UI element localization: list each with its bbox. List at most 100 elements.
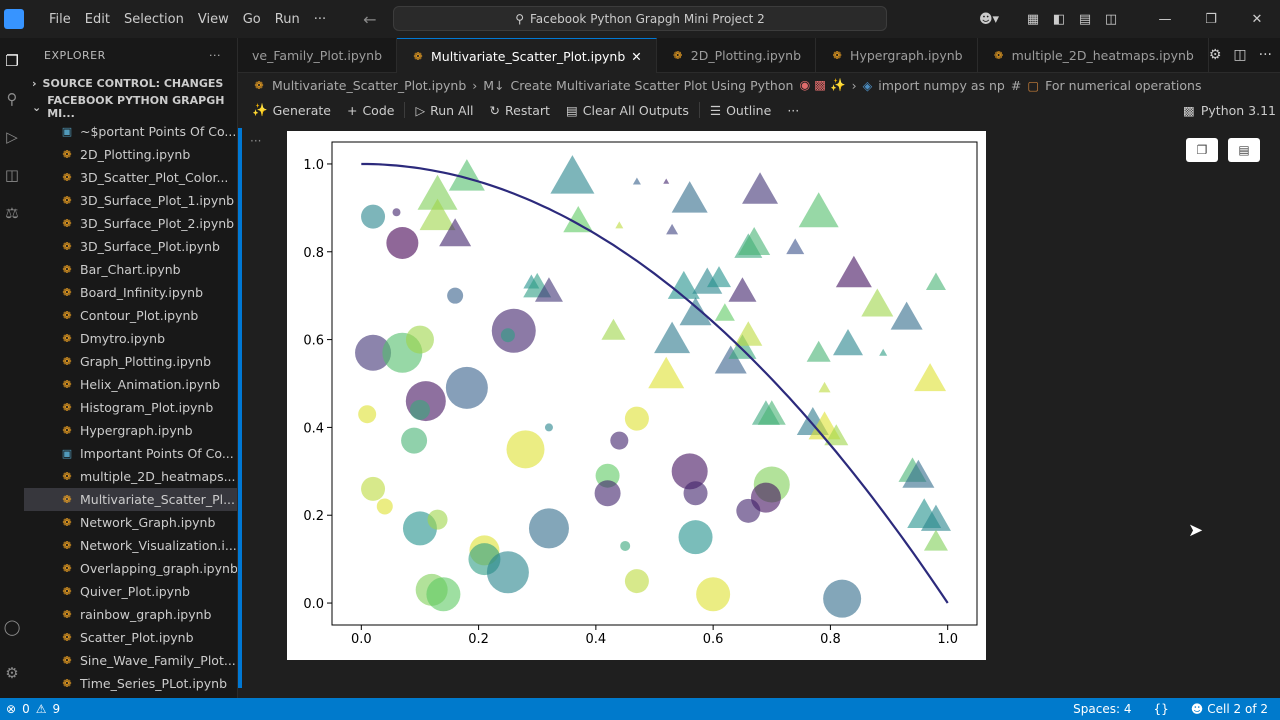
scatter-circle-point: [736, 498, 761, 523]
menu-item[interactable]: Edit: [78, 12, 117, 27]
editor-tab[interactable]: ve_Family_Plot.ipynb: [238, 38, 398, 73]
file-item[interactable]: ❁ 3D_Surface_Plot.ipynb: [24, 235, 237, 258]
editor-tabs: ve_Family_Plot.ipynb ❁ Multivariate_Scatte…: [238, 38, 1280, 73]
chevron-down-icon: ⌄: [32, 100, 42, 114]
save-output-icon[interactable]: ▤: [1228, 138, 1260, 162]
menu-item[interactable]: Go: [236, 12, 268, 27]
file-item[interactable]: ▣ Important Points Of Co...: [24, 442, 237, 465]
menu-item[interactable]: File: [42, 12, 78, 27]
toggle-sidebar-icon[interactable]: ◧: [1046, 12, 1072, 27]
notebook-file-icon: ❁: [62, 378, 72, 391]
scatter-circle-point: [401, 427, 428, 454]
file-item[interactable]: ❁ Quiver_Plot.ipynb: [24, 580, 237, 603]
maximize-icon[interactable]: ❐: [1188, 12, 1234, 27]
breadcrumb-comment[interactable]: For numerical operations: [1045, 78, 1201, 93]
word-file-icon: ▣: [61, 447, 73, 460]
notebook-toolbar: ✨ Generate + Code ▷ Run All ↻ Restart ▤ Clear…: [238, 97, 1280, 123]
indentation-status[interactable]: Spaces: 4: [1073, 702, 1131, 716]
menu-item[interactable]: Run: [268, 12, 307, 27]
file-item[interactable]: ❁ Overlapping_graph.ipynb: [24, 557, 237, 580]
minimize-icon[interactable]: —: [1142, 12, 1188, 27]
scatter-circle-point: [624, 569, 649, 594]
file-item[interactable]: ❁ Helix_Animation.ipynb: [24, 373, 237, 396]
notebook-file-icon: ❁: [62, 263, 72, 276]
x-tick-label: 0.6: [703, 632, 724, 647]
editor-tab[interactable]: ❁ multiple_2D_heatmaps.ipynb: [978, 38, 1209, 73]
cell-output-menu-icon[interactable]: ···: [250, 134, 261, 148]
scatter-circle-point: [594, 480, 621, 507]
accounts-icon[interactable]: ◯: [0, 612, 24, 642]
file-item[interactable]: ❁ Scatter_Plot.ipynb: [24, 626, 237, 649]
search-view-icon[interactable]: ⚲: [0, 84, 24, 114]
cell-position: Cell 2 of 2: [1207, 702, 1268, 716]
toggle-secondary-sidebar-icon[interactable]: ◫: [1098, 12, 1124, 27]
source-control-section[interactable]: › SOURCE CONTROL: CHANGES: [24, 72, 237, 94]
file-item[interactable]: ❁ Multivariate_Scatter_Pl...: [24, 488, 237, 511]
copy-output-icon[interactable]: ❐: [1186, 138, 1218, 162]
menu-item[interactable]: View: [191, 12, 236, 27]
breadcrumb-code[interactable]: import numpy as np: [878, 78, 1005, 93]
file-item[interactable]: ❁ multiple_2D_heatmaps...: [24, 465, 237, 488]
file-item[interactable]: ❁ Bar_Chart.ipynb: [24, 258, 237, 281]
generate-button[interactable]: ✨ Generate: [244, 102, 339, 118]
file-item[interactable]: ❁ Network_Visualization.i...: [24, 534, 237, 557]
file-item[interactable]: ❁ Graph_Plotting.ipynb: [24, 350, 237, 373]
file-item[interactable]: ❁ Time_Series_PLot.ipynb: [24, 672, 237, 695]
editor-tab[interactable]: ❁ Hypergraph.ipynb: [816, 38, 978, 73]
file-item[interactable]: ❁ Sine_Wave_Family_Plot...: [24, 649, 237, 672]
file-item[interactable]: ❁ Network_Graph.ipynb: [24, 511, 237, 534]
toggle-panel-icon[interactable]: ▤: [1072, 12, 1098, 27]
menu-bar: File Edit Selection View Go Run ···: [42, 12, 333, 27]
customize-layout-icon[interactable]: ▦: [1020, 12, 1046, 27]
cell-status[interactable]: ☻ Cell 2 of 2: [1191, 702, 1268, 716]
settings-icon[interactable]: ⚙: [1209, 47, 1222, 63]
kernel-picker[interactable]: ▩ Python 3.11: [1183, 103, 1280, 118]
menu-item[interactable]: ···: [307, 12, 333, 27]
more-actions-icon[interactable]: ···: [209, 49, 221, 62]
file-item[interactable]: ❁ 3D_Scatter_Plot_Color...: [24, 166, 237, 189]
copilot-icon[interactable]: ☻▾: [976, 12, 1002, 27]
restart-button[interactable]: ↻ Restart: [482, 103, 558, 118]
extensions-icon[interactable]: ◫: [0, 160, 24, 190]
outline-button[interactable]: ☰ Outline: [702, 103, 779, 118]
close-tab-icon[interactable]: ✕: [631, 49, 641, 64]
file-item[interactable]: ❁ rainbow_graph.ipynb: [24, 603, 237, 626]
file-name: rainbow_graph.ipynb: [80, 607, 212, 622]
menu-item[interactable]: Selection: [117, 12, 191, 27]
command-center-search[interactable]: ⚲ Facebook Python Grapgh Mini Project 2: [393, 6, 887, 31]
run-debug-icon[interactable]: ▷: [0, 122, 24, 152]
toolbar-more-button[interactable]: ···: [779, 103, 807, 118]
warning-icon[interactable]: ⚠: [36, 702, 47, 716]
file-item[interactable]: ❁ Hypergraph.ipynb: [24, 419, 237, 442]
close-window-icon[interactable]: ✕: [1234, 12, 1280, 27]
folder-section[interactable]: ⌄ FACEBOOK PYTHON GRAPGH MI...: [24, 94, 237, 120]
file-item[interactable]: ❁ 3D_Surface_Plot_1.ipynb: [24, 189, 237, 212]
warning-count[interactable]: 9: [52, 702, 60, 716]
file-item[interactable]: ❁ 2D_Plotting.ipynb: [24, 143, 237, 166]
file-item[interactable]: ❁ 3D_Surface_Plot_2.ipynb: [24, 212, 237, 235]
file-item[interactable]: ▣ ~$portant Points Of Co...: [24, 120, 237, 143]
scatter-circle-point: [426, 577, 461, 612]
file-item[interactable]: ❁ Board_Infinity.ipynb: [24, 281, 237, 304]
tab-label: multiple_2D_heatmaps.ipynb: [1011, 48, 1194, 63]
clear-outputs-button[interactable]: ▤ Clear All Outputs: [558, 103, 697, 118]
add-code-button[interactable]: + Code: [339, 103, 403, 118]
file-item[interactable]: ❁ Contour_Plot.ipynb: [24, 304, 237, 327]
breadcrumb-file[interactable]: Multivariate_Scatter_Plot.ipynb: [272, 78, 466, 93]
back-arrow-icon[interactable]: ←: [363, 10, 376, 29]
testing-icon[interactable]: ⚖: [0, 198, 24, 228]
file-item[interactable]: ❁ Dmytro.ipynb: [24, 327, 237, 350]
language-braces[interactable]: {}: [1153, 702, 1168, 716]
editor-tab[interactable]: ❁ 2D_Plotting.ipynb: [657, 38, 817, 73]
error-icon[interactable]: ⊗: [6, 702, 16, 716]
run-all-button[interactable]: ▷ Run All: [407, 103, 481, 118]
explorer-icon[interactable]: ❐: [0, 46, 24, 76]
split-editor-icon[interactable]: ◫: [1233, 47, 1246, 63]
settings-gear-icon[interactable]: ⚙: [0, 658, 24, 688]
file-item[interactable]: ❁ Histogram_Plot.ipynb: [24, 396, 237, 419]
breadcrumb-cell[interactable]: Create Multivariate Scatter Plot Using P…: [511, 78, 794, 93]
more-icon[interactable]: ···: [1259, 47, 1272, 63]
error-count[interactable]: 0: [22, 702, 30, 716]
editor-tab[interactable]: ❁ Multivariate_Scatter_Plot.ipynb ✕: [397, 38, 657, 73]
explorer-title: EXPLORER: [44, 48, 106, 62]
